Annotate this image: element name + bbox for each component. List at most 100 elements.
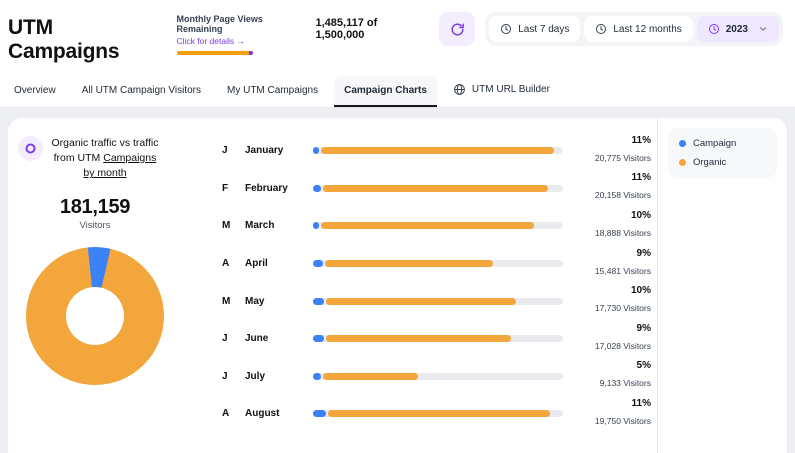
row-stats: 9% 17,028 Visitors bbox=[577, 322, 657, 356]
bar-track bbox=[313, 410, 563, 417]
bar-track bbox=[313, 222, 563, 229]
bar-chart: J January 11% 20,775 Visitors F February bbox=[182, 118, 657, 453]
campaign-percent: 5% bbox=[577, 359, 651, 372]
month-initial: A bbox=[222, 408, 236, 419]
page-title: UTM Campaigns bbox=[8, 16, 157, 64]
organic-bar-segment[interactable] bbox=[323, 373, 418, 380]
organic-bar-segment[interactable] bbox=[323, 185, 548, 192]
visitor-count: 9,133 Visitors bbox=[600, 378, 651, 388]
bar-track bbox=[313, 373, 563, 380]
visitor-count: 17,730 Visitors bbox=[595, 303, 651, 313]
legend-label: Organic bbox=[693, 157, 726, 168]
bar-chart-row: A April 9% 15,481 Visitors bbox=[222, 245, 657, 283]
campaign-percent: 11% bbox=[577, 171, 651, 184]
bar-track bbox=[313, 298, 563, 305]
refresh-icon bbox=[450, 22, 465, 37]
row-stats: 9% 15,481 Visitors bbox=[577, 247, 657, 281]
visitor-count: 17,028 Visitors bbox=[595, 341, 651, 351]
month-label: February bbox=[245, 183, 311, 194]
tab-label: Campaign Charts bbox=[344, 85, 427, 96]
refresh-button[interactable] bbox=[439, 12, 475, 46]
campaign-bar-segment[interactable] bbox=[313, 260, 323, 267]
tab-all-utm-campaign-visitors[interactable]: All UTM Campaign Visitors bbox=[72, 76, 211, 107]
tab-campaign-charts[interactable]: Campaign Charts bbox=[334, 76, 437, 107]
tab-my-utm-campaigns[interactable]: My UTM Campaigns bbox=[217, 76, 328, 107]
donut-chart[interactable] bbox=[26, 247, 164, 385]
globe-icon bbox=[453, 83, 466, 96]
filter-last-7-days[interactable]: Last 7 days bbox=[489, 16, 580, 42]
header: UTM Campaigns Monthly Page Views Remaini… bbox=[0, 0, 795, 70]
bar-chart-row: M May 10% 17,730 Visitors bbox=[222, 282, 657, 320]
legend-item-organic: Organic bbox=[679, 157, 766, 168]
organic-bar-segment[interactable] bbox=[326, 335, 511, 342]
bar-chart-row: M March 10% 18,888 Visitors bbox=[222, 207, 657, 245]
campaign-bar-segment[interactable] bbox=[313, 298, 324, 305]
visitor-count: 18,888 Visitors bbox=[595, 228, 651, 238]
visitor-count: 15,481 Visitors bbox=[595, 266, 651, 276]
row-stats: 11% 19,750 Visitors bbox=[577, 397, 657, 431]
campaign-bar-segment[interactable] bbox=[313, 222, 319, 229]
app-window: UTM Campaigns Monthly Page Views Remaini… bbox=[0, 0, 795, 453]
campaign-percent: 9% bbox=[577, 322, 651, 335]
bar-chart-row: A August 11% 19,750 Visitors bbox=[222, 395, 657, 433]
page-views-progress-fill bbox=[177, 51, 249, 55]
campaign-percent: 11% bbox=[577, 397, 651, 410]
bar-track bbox=[313, 335, 563, 342]
donut-panel-icon[interactable] bbox=[18, 136, 43, 161]
row-stats: 10% 17,730 Visitors bbox=[577, 284, 657, 318]
organic-bar-segment[interactable] bbox=[326, 298, 516, 305]
page-views-details-link[interactable]: Click for details → bbox=[177, 36, 300, 46]
filter-last-12-months[interactable]: Last 12 months bbox=[584, 16, 692, 42]
row-stats: 10% 18,888 Visitors bbox=[577, 209, 657, 243]
bar-chart-row: J July 5% 9,133 Visitors bbox=[222, 358, 657, 396]
tab-bar: Overview All UTM Campaign Visitors My UT… bbox=[0, 70, 795, 108]
organic-bar-segment[interactable] bbox=[325, 260, 493, 267]
month-initial: M bbox=[222, 220, 236, 231]
clock-icon bbox=[708, 23, 720, 35]
visitor-count: 20,775 Visitors bbox=[595, 153, 651, 163]
month-initial: J bbox=[222, 145, 236, 156]
month-initial: F bbox=[222, 183, 236, 194]
campaign-percent: 11% bbox=[577, 134, 651, 147]
organic-bar-segment[interactable] bbox=[321, 147, 554, 154]
organic-bar-segment[interactable] bbox=[321, 222, 534, 229]
clock-icon bbox=[500, 23, 512, 35]
visitor-count: 20,158 Visitors bbox=[595, 190, 651, 200]
page-views-block: Monthly Page Views Remaining Click for d… bbox=[177, 14, 420, 55]
campaign-legend-dot bbox=[679, 140, 686, 147]
bar-chart-row: J January 11% 20,775 Visitors bbox=[222, 132, 657, 170]
campaign-bar-segment[interactable] bbox=[313, 185, 321, 192]
visitor-count: 19,750 Visitors bbox=[595, 416, 651, 426]
month-initial: J bbox=[222, 333, 236, 344]
campaign-bar-segment[interactable] bbox=[313, 147, 319, 154]
tab-overview[interactable]: Overview bbox=[4, 76, 66, 107]
organic-legend-dot bbox=[679, 159, 686, 166]
organic-bar-segment[interactable] bbox=[328, 410, 551, 417]
donut-chart-title: Organic traffic vs traffic from UTM Camp… bbox=[50, 136, 160, 182]
campaign-bar-segment[interactable] bbox=[313, 410, 326, 417]
bar-track bbox=[313, 260, 563, 267]
filter-label: 2023 bbox=[726, 24, 748, 35]
tab-utm-url-builder[interactable]: UTM URL Builder bbox=[443, 74, 560, 107]
tab-label: My UTM Campaigns bbox=[227, 85, 318, 96]
campaign-bar-segment[interactable] bbox=[313, 373, 321, 380]
bar-track bbox=[313, 147, 563, 154]
page-views-value: 1,485,117 of 1,500,000 bbox=[315, 17, 419, 55]
month-label: August bbox=[245, 408, 311, 419]
month-label: April bbox=[245, 258, 311, 269]
legend: Campaign Organic bbox=[668, 128, 777, 178]
legend-item-campaign: Campaign bbox=[679, 138, 766, 149]
clock-icon bbox=[595, 23, 607, 35]
legend-label: Campaign bbox=[693, 138, 736, 149]
bar-chart-row: F February 11% 20,158 Visitors bbox=[222, 170, 657, 208]
month-initial: M bbox=[222, 296, 236, 307]
total-visitors-unit: Visitors bbox=[14, 220, 176, 231]
page-views-progress-tip bbox=[249, 51, 253, 55]
chevron-down-icon bbox=[758, 24, 768, 34]
donut-panel: Organic traffic vs traffic from UTM Camp… bbox=[8, 118, 182, 453]
filter-label: Last 7 days bbox=[518, 24, 569, 35]
legend-panel: Campaign Organic bbox=[657, 118, 787, 453]
row-stats: 5% 9,133 Visitors bbox=[577, 359, 657, 393]
campaign-bar-segment[interactable] bbox=[313, 335, 324, 342]
filter-year-2023[interactable]: 2023 bbox=[697, 16, 779, 42]
